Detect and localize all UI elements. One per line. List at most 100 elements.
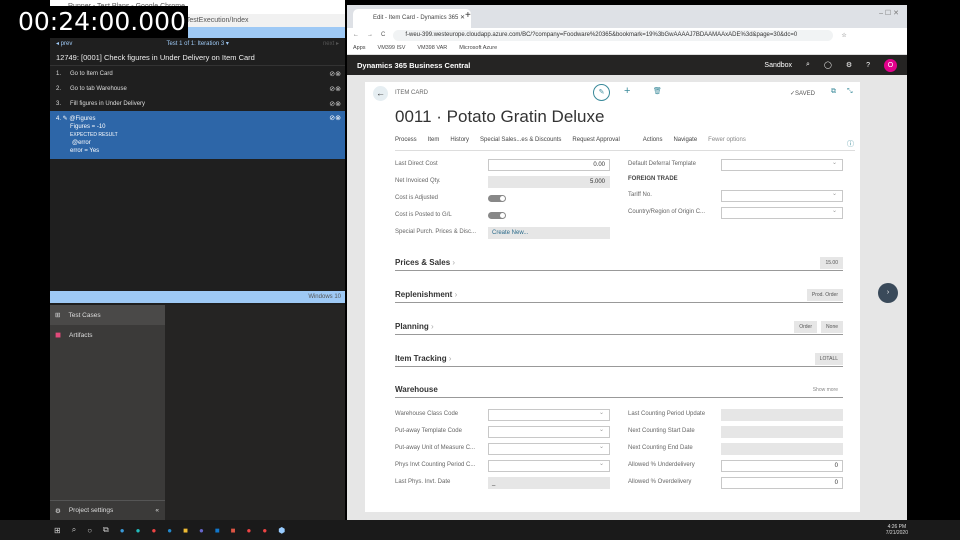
field-input[interactable] bbox=[721, 409, 843, 421]
field-input[interactable]: 0 bbox=[721, 460, 843, 472]
cortana-icon[interactable]: ○ bbox=[87, 526, 92, 535]
field-input[interactable] bbox=[488, 408, 610, 421]
search-icon[interactable]: ⌕ bbox=[72, 525, 76, 535]
bookmark[interactable]: Microsoft Azure bbox=[459, 45, 497, 51]
app-icon[interactable]: ⬢ bbox=[278, 526, 285, 535]
section-prices-sales[interactable]: Prices & Sales › 15.00 bbox=[395, 257, 843, 271]
clock-date: 7/21/2020 bbox=[885, 530, 908, 536]
search-icon[interactable]: ⌕ bbox=[806, 61, 810, 69]
star-icon[interactable]: ☆ bbox=[841, 32, 846, 39]
url-bar[interactable]: f-weu-399.westeurope.cloudapp.azure.com/… bbox=[393, 29, 834, 41]
edit-icon[interactable]: ✎ bbox=[593, 84, 610, 101]
windows-start-icon[interactable]: ⊞ bbox=[54, 526, 61, 535]
new-icon[interactable]: + bbox=[624, 85, 630, 97]
section-badge[interactable]: LOTALL bbox=[814, 353, 843, 365]
section-badge[interactable]: 15.00 bbox=[820, 257, 843, 269]
sidebar-item-test-cases[interactable]: ⊞ Test Cases bbox=[50, 305, 165, 325]
action-request-approval[interactable]: Request Approval bbox=[572, 137, 619, 150]
bell-icon[interactable]: ◯ bbox=[824, 61, 832, 69]
chrome-icon[interactable]: ● bbox=[262, 526, 267, 535]
step-label: Fill figures in Under Delivery bbox=[70, 100, 146, 107]
artifacts-icon: ■ bbox=[55, 329, 62, 341]
action-history[interactable]: History bbox=[450, 137, 469, 150]
section-item-tracking[interactable]: Item Tracking › LOTALL bbox=[395, 353, 843, 367]
field-input[interactable]: _ bbox=[488, 477, 610, 489]
next-record-icon[interactable]: › bbox=[878, 283, 898, 303]
chrome-icon[interactable]: ● bbox=[247, 526, 252, 535]
edge-icon[interactable]: ● bbox=[136, 526, 141, 535]
forward-icon[interactable]: → bbox=[367, 32, 373, 38]
next-button[interactable]: next ▸ bbox=[323, 38, 339, 50]
window-controls[interactable]: – ☐ ✕ bbox=[879, 9, 899, 17]
action-navigate[interactable]: Navigate bbox=[673, 137, 697, 150]
section-title: Item Tracking bbox=[395, 354, 447, 363]
section-badge[interactable]: Order bbox=[794, 321, 817, 333]
step-2[interactable]: 2. Go to tab Warehouse ⊘⊗ bbox=[50, 81, 345, 96]
pass-fail-icons[interactable]: ⊘⊗ bbox=[329, 70, 341, 78]
help-icon[interactable]: ? bbox=[866, 62, 870, 69]
collapse-icon[interactable]: « bbox=[155, 507, 159, 514]
field-input[interactable] bbox=[721, 443, 843, 455]
field-input[interactable] bbox=[721, 426, 843, 438]
skype-icon[interactable]: ● bbox=[120, 526, 125, 535]
pass-fail-icons[interactable]: ⊘⊗ bbox=[329, 100, 341, 108]
iteration-select[interactable]: Test 1 of 1: Iteration 3 ▾ bbox=[166, 38, 228, 50]
action-special-sales-es-discounts[interactable]: Special Sales...es & Discounts bbox=[480, 137, 561, 150]
back-arrow-icon[interactable]: ← bbox=[373, 86, 388, 101]
field-input[interactable] bbox=[488, 442, 610, 455]
action-fewer-options[interactable]: Fewer options bbox=[708, 137, 746, 150]
step-3[interactable]: 3. Fill figures in Under Delivery ⊘⊗ bbox=[50, 96, 345, 111]
pass-fail-icons[interactable]: ⊘⊗ bbox=[329, 114, 341, 122]
project-settings[interactable]: ⚙ Project settings « bbox=[50, 500, 165, 520]
field-input[interactable] bbox=[488, 459, 610, 472]
browser-tab[interactable]: Edit - Item Card - Dynamics 365 ✕ bbox=[353, 9, 471, 28]
test-runner-window: Runner - Test Plans - Google Chrome ...T… bbox=[50, 0, 345, 305]
explorer-icon[interactable]: ■ bbox=[183, 526, 188, 535]
toggle[interactable] bbox=[488, 195, 506, 202]
field-input[interactable] bbox=[721, 189, 843, 202]
sidebar-item-artifacts[interactable]: ■ Artifacts bbox=[50, 325, 165, 345]
back-icon[interactable]: ← bbox=[353, 32, 359, 38]
section-replenishment[interactable]: Replenishment › Prod. Order bbox=[395, 289, 843, 303]
task-view-icon[interactable]: ⧉ bbox=[103, 525, 109, 535]
step-4[interactable]: 4. ✎ @Figures Figures = -10 EXPECTED RES… bbox=[50, 111, 345, 159]
bookmark[interactable]: Apps bbox=[353, 45, 366, 51]
field-input[interactable]: 0.00 bbox=[488, 159, 610, 171]
open-new-window-icon[interactable]: ⧉ bbox=[831, 88, 836, 96]
step-label: Go to tab Warehouse bbox=[70, 85, 127, 92]
new-tab-icon[interactable]: + bbox=[465, 10, 471, 21]
action-item[interactable]: Item bbox=[428, 137, 440, 150]
delete-icon[interactable]: 🗑 bbox=[653, 87, 662, 95]
field-label: Net Invoiced Qty. bbox=[395, 178, 441, 184]
step-1[interactable]: 1. Go to Item Card ⊘⊗ bbox=[50, 66, 345, 81]
powerpoint-icon[interactable]: ■ bbox=[231, 526, 236, 535]
teams-icon[interactable]: ● bbox=[199, 526, 204, 535]
field-input[interactable] bbox=[488, 425, 610, 438]
field-input[interactable] bbox=[721, 158, 843, 171]
info-icon[interactable]: ⓘ bbox=[847, 139, 854, 149]
section-warehouse[interactable]: Warehouse Show more bbox=[395, 385, 843, 398]
field-input[interactable]: 0 bbox=[721, 477, 843, 489]
action-actions[interactable]: Actions bbox=[643, 137, 663, 150]
section-badge[interactable]: Show more bbox=[808, 384, 843, 396]
collapse-icon[interactable]: ⤡ bbox=[847, 88, 853, 96]
bookmark[interactable]: VM399 ISV bbox=[378, 45, 406, 51]
reload-icon[interactable]: C bbox=[381, 32, 385, 38]
prev-button[interactable]: ◂ prev bbox=[56, 38, 72, 50]
field-input[interactable]: Create New... bbox=[488, 227, 610, 239]
section-badge[interactable]: None bbox=[821, 321, 843, 333]
bookmark[interactable]: VM398 VAR bbox=[417, 45, 447, 51]
chrome-icon[interactable]: ● bbox=[151, 526, 156, 535]
avatar[interactable]: O bbox=[884, 58, 897, 72]
outlook-icon[interactable]: ■ bbox=[215, 526, 220, 535]
vscode-icon[interactable]: ● bbox=[167, 526, 172, 535]
field-input[interactable]: 5.000 bbox=[488, 176, 610, 188]
error-param: error = Yes bbox=[70, 148, 100, 154]
section-badge[interactable]: Prod. Order bbox=[806, 289, 843, 301]
toggle[interactable] bbox=[488, 212, 506, 219]
section-planning[interactable]: Planning › None Order bbox=[395, 321, 843, 335]
field-input[interactable] bbox=[721, 206, 843, 219]
pass-fail-icons[interactable]: ⊘⊗ bbox=[329, 85, 341, 93]
action-process[interactable]: Process bbox=[395, 137, 417, 150]
gear-icon[interactable]: ⚙ bbox=[846, 61, 852, 69]
